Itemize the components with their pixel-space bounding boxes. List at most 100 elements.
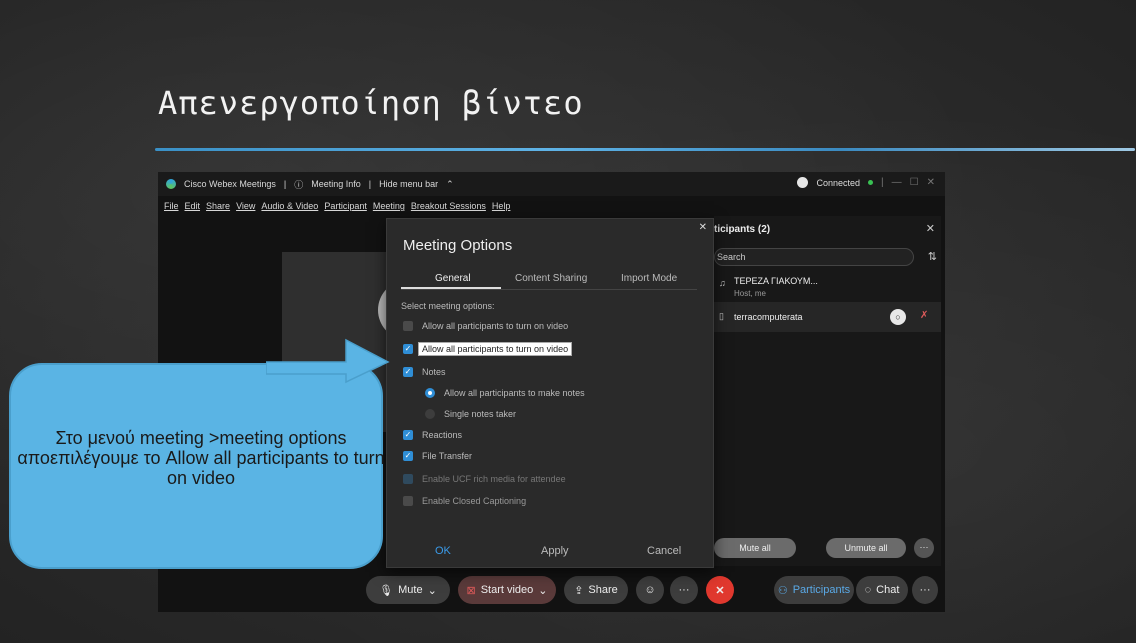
option-label: Allow all participants to make notes [444,388,585,398]
tab-general[interactable]: General [435,273,471,284]
ok-button[interactable]: OK [435,545,451,557]
mute-button[interactable]: 🎙 Mute ⌄ [366,576,450,604]
option-allow-video[interactable]: ✓ Allow all participants to turn on vide… [403,342,573,356]
start-video-label: Start video [480,584,534,596]
separator: | [368,179,372,189]
participant-name[interactable]: ΤΕΡΕΖΑ ΓΙΑΚΟΥΜ... [734,276,818,286]
minimize-icon[interactable]: — [892,177,902,188]
webex-logo-icon [166,179,176,189]
close-icon[interactable]: ✕ [699,222,707,233]
smiley-icon: ☺ [644,584,656,596]
status-dot-icon [868,180,874,185]
participant-role: Host, me [734,289,767,298]
radio-icon[interactable] [425,409,435,419]
participants-button[interactable]: ⚇ Participants [774,576,854,604]
option-label-highlighted: Allow all participants to turn on video [418,342,573,356]
option-label: Single notes taker [444,409,517,419]
option-file-transfer[interactable]: ✓ File Transfer [403,451,472,461]
chat-label: Chat [876,584,900,596]
dialog-title: Meeting Options [403,237,513,254]
option-notes[interactable]: ✓ Notes [403,367,446,377]
close-icon[interactable]: ✕ [927,177,935,188]
slide-title: Απενεργοποίηση βίντεο [158,84,584,122]
chevron-down-icon[interactable]: ⌄ [538,584,547,597]
sort-icon[interactable]: ⇅ [928,250,937,263]
chat-bubble-icon[interactable]: ○ [890,309,906,325]
menu-participant[interactable]: Participant [324,201,367,211]
ellipsis-icon: ··· [919,584,931,596]
checkbox-checked-icon[interactable]: ✓ [403,367,413,377]
connection-status[interactable]: Connected [816,178,860,188]
checkbox-checked-icon[interactable]: ✓ [403,451,413,461]
start-video-button[interactable]: ⊠ Start video ⌄ [458,576,556,604]
option-reactions[interactable]: ✓ Reactions [403,430,462,440]
participant-row[interactable]: ▯ terracomputerata ○ ✗ [714,302,941,332]
menu-meeting[interactable]: Meeting [373,201,405,211]
chevron-down-icon[interactable]: ⌄ [428,584,437,597]
maximize-icon[interactable]: ☐ [910,177,919,188]
tab-content-sharing[interactable]: Content Sharing [515,273,587,284]
checkbox-checked-icon[interactable]: ✓ [403,344,413,354]
toolbar-more-button[interactable]: ··· [912,576,938,604]
checkbox-icon[interactable] [403,474,413,484]
close-icon[interactable]: ✕ [926,222,935,235]
end-meeting-button[interactable]: ✕ [706,576,734,604]
hide-menu-bar-button[interactable]: Hide menu bar [379,179,438,189]
menu-share[interactable]: Share [206,201,230,211]
option-single-notes-taker[interactable]: Single notes taker [425,409,516,419]
chevron-up-icon[interactable]: ⌃ [446,179,454,190]
separator: | [881,177,884,188]
option-label: Enable UCF rich media for attendee [422,474,566,484]
menu-file[interactable]: File [164,201,179,211]
mute-label: Mute [398,584,423,596]
window-status-area: Connected | — ☐ ✕ [797,177,935,188]
participants-label: Participants [792,584,851,596]
video-off-icon: ⊠ [466,584,476,597]
app-name: Cisco Webex Meetings [184,179,276,189]
option-allow-notes[interactable]: Allow all participants to make notes [425,388,585,398]
reactions-button[interactable]: ☺ [636,576,664,604]
menu-edit[interactable]: Edit [185,201,201,211]
option-closed-captioning[interactable]: Enable Closed Captioning [403,496,526,506]
share-icon: ⇪ [574,584,584,597]
info-icon[interactable]: ⓘ [294,178,303,191]
share-label: Share [588,584,618,596]
chat-icon: ◌ [864,584,872,596]
checkbox-icon[interactable] [403,321,413,331]
radio-selected-icon[interactable] [425,388,435,398]
menu-breakout-sessions[interactable]: Breakout Sessions [411,201,486,211]
chat-button[interactable]: ◌ Chat [856,576,908,604]
ellipsis-icon: ··· [678,584,690,596]
option-label: File Transfer [422,451,473,461]
mute-all-button[interactable]: Mute all [714,538,796,558]
menu-help[interactable]: Help [492,201,511,211]
cancel-button[interactable]: Cancel [647,545,681,557]
unmute-all-button[interactable]: Unmute all [826,538,906,558]
person-icon: ⚇ [777,584,788,597]
more-options-button[interactable]: ··· [914,538,934,558]
apply-button[interactable]: Apply [541,545,569,557]
connection-icon [797,177,809,188]
option-allow-video-disabled[interactable]: Allow all participants to turn on video [403,321,568,331]
participant-name: terracomputerata [734,312,803,322]
meeting-options-dialog: ✕ Meeting Options General Content Sharin… [386,218,714,568]
headset-icon: ♫ [719,278,726,288]
option-ucf-rich-media[interactable]: Enable UCF rich media for attendee [403,474,566,484]
option-label: Enable Closed Captioning [422,496,527,506]
select-options-label: Select meeting options: [401,301,495,311]
checkbox-checked-icon[interactable]: ✓ [403,430,413,440]
option-label: Allow all participants to turn on video [422,321,569,331]
share-button[interactable]: ⇪ Share [564,576,628,604]
meeting-info-button[interactable]: Meeting Info [311,179,361,189]
more-button[interactable]: ··· [670,576,698,604]
muted-mic-icon[interactable]: ✗ [920,310,928,321]
callout-text: Στο μενού meeting >meeting options αποεπ… [17,428,385,488]
participants-title: ticipants (2) [714,224,771,235]
checkbox-icon[interactable] [403,496,413,506]
menu-audio-video[interactable]: Audio & Video [261,201,318,211]
menu-view[interactable]: View [236,201,255,211]
arrow-pointer-icon [266,338,390,384]
close-icon: ✕ [715,584,725,597]
participants-search-input[interactable]: Search [714,248,914,266]
tab-import-mode[interactable]: Import Mode [621,273,677,284]
